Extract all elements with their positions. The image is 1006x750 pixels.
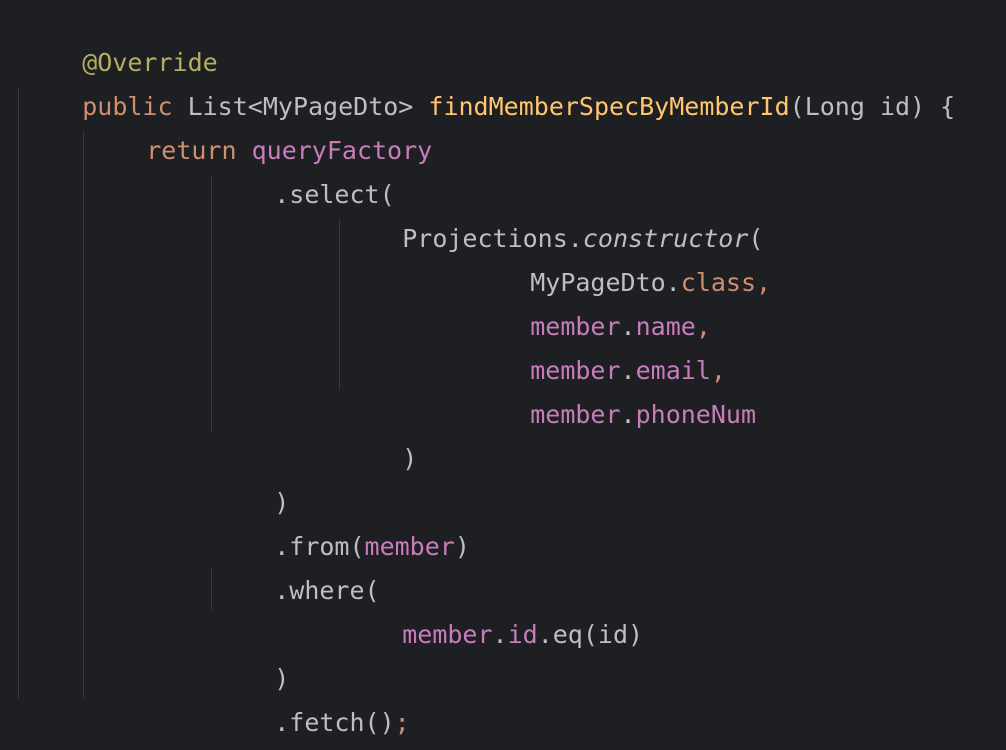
code-line-4[interactable]: .select( [214,129,394,209]
code-line-8[interactable]: member.email, [470,305,726,385]
dot: . [620,400,636,429]
code-editor[interactable]: @Override public List<MyPageDto> findMem… [0,0,1006,750]
code-line-14[interactable]: member.id.eq(id) [342,569,643,649]
fetch-call: .fetch() [274,708,395,737]
code-line-7[interactable]: member.name, [470,261,711,341]
field-phonenum: phoneNum [635,400,757,429]
code-line-1[interactable]: @Override [22,0,217,77]
code-line-15[interactable]: ) [214,613,289,693]
field-member: member [402,620,493,649]
field-id: id [507,620,538,649]
dot: . [492,620,508,649]
code-line-9[interactable]: member.phoneNum [470,349,756,429]
eq-call: .eq(id) [537,620,644,649]
code-line-17[interactable]: } [22,701,97,745]
code-line-5[interactable]: Projections.constructor( [342,173,763,253]
semicolon: ; [394,708,410,737]
method-params: (Long id) { [789,92,956,121]
field-member: member [530,400,621,429]
close-paren: ) [454,532,470,561]
indent-guide [211,176,212,432]
close-paren: ) [402,444,418,473]
indent-guide [339,220,340,390]
code-line-11[interactable]: ) [214,437,289,517]
indent-guide [83,132,84,698]
code-line-16[interactable]: .fetch(); [214,657,409,737]
code-line-13[interactable]: .where( [214,525,379,605]
code-line-2[interactable]: public List<MyPageDto> findMemberSpecByM… [22,41,955,121]
indent-guide [18,88,19,698]
indent-guide [211,568,212,610]
method-name: findMemberSpecByMemberId [428,92,790,121]
code-line-10[interactable]: ) [342,393,417,473]
code-line-12[interactable]: .from(member) [214,481,470,561]
code-line-3[interactable]: return queryFactory [86,85,432,165]
code-line-6[interactable]: MyPageDto.class, [470,217,771,297]
